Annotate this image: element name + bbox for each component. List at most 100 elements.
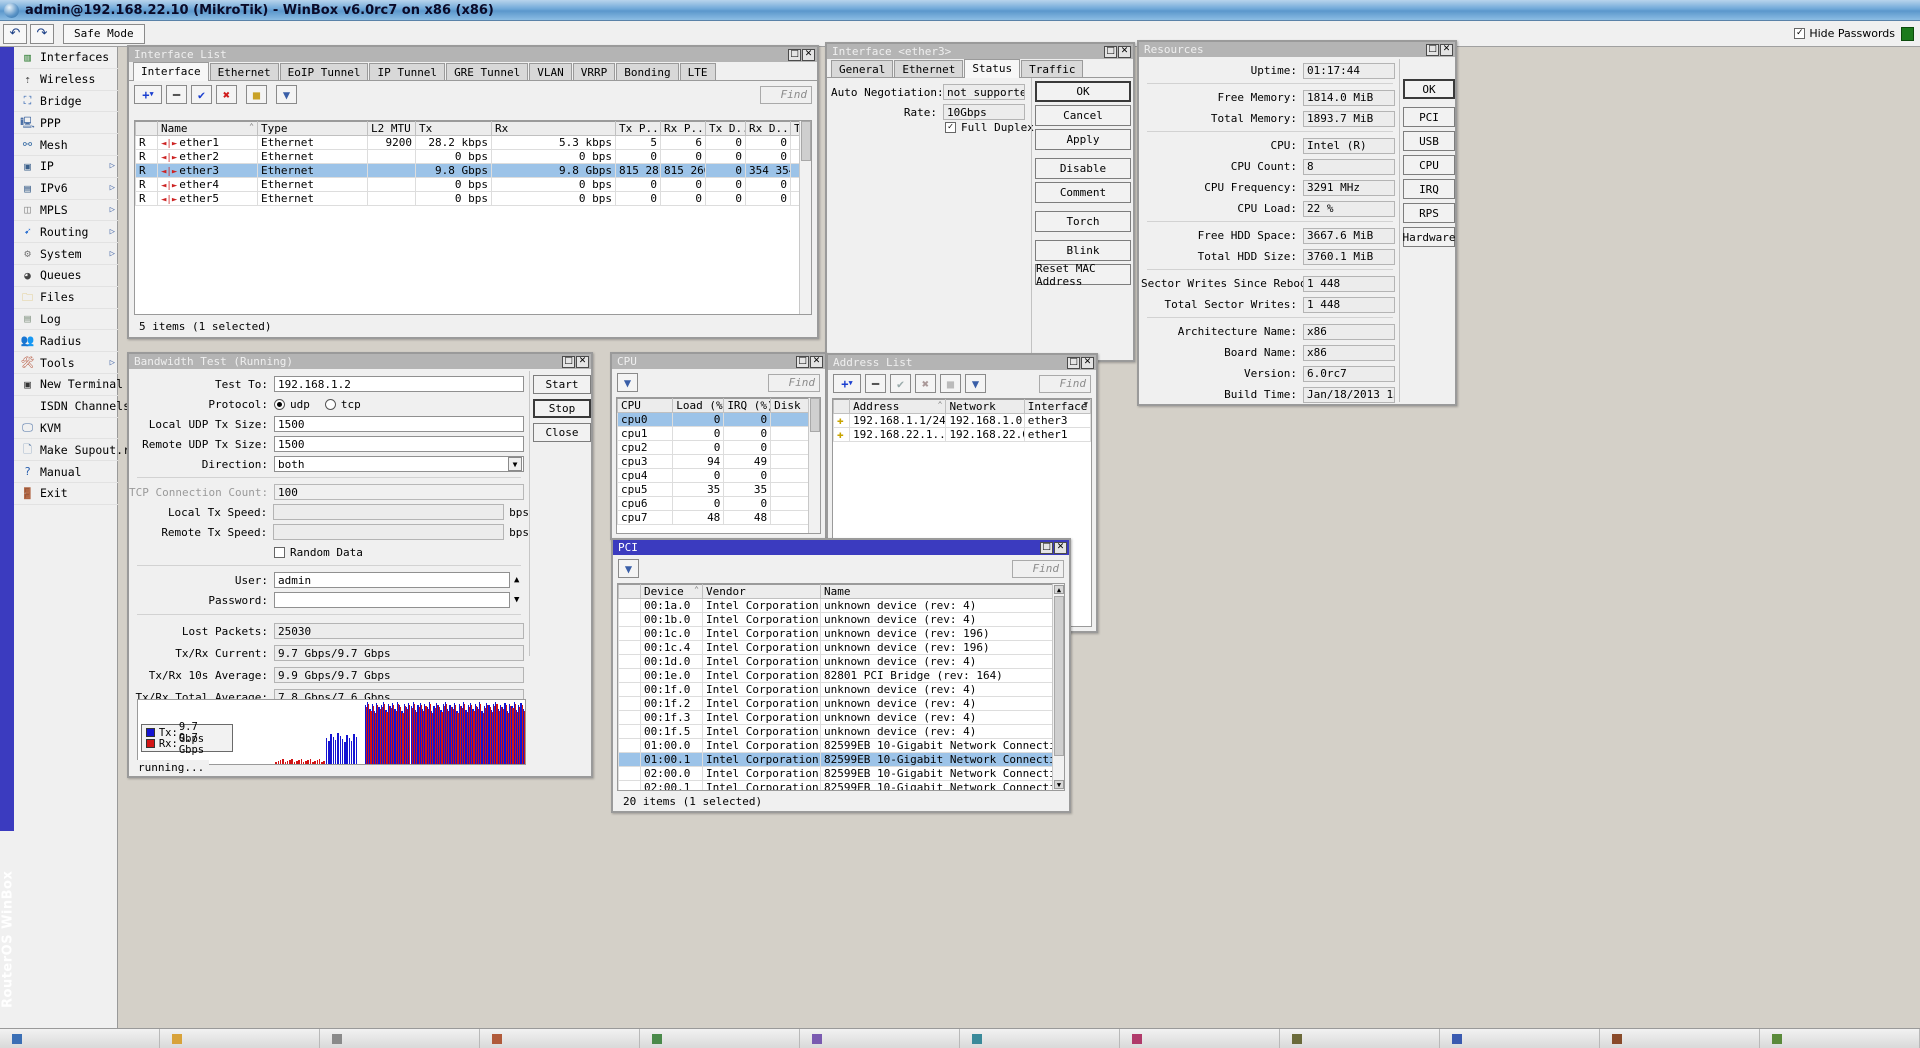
sidebar-item-tools[interactable]: 🛠 Tools ▷: [14, 352, 118, 374]
tab-lte[interactable]: LTE: [679, 63, 716, 80]
scrollbar-thumb[interactable]: [1054, 596, 1064, 756]
table-row[interactable]: 00:1c.4 Intel Corporation unknown device (…: [618, 640, 1064, 655]
sidebar-item-isdn-channels[interactable]: ISDN Channels: [14, 396, 130, 418]
taskbar-item[interactable]: [480, 1029, 640, 1048]
direction-select[interactable]: both ▼: [274, 456, 524, 472]
taskbar-item[interactable]: [640, 1029, 800, 1048]
close-icon[interactable]: ✕: [802, 48, 815, 61]
comment-icon[interactable]: ■: [246, 85, 267, 104]
table-row[interactable]: ✚ 192.168.1.1/24 192.168.1.0 ether3: [833, 413, 1091, 428]
sidebar-item-interfaces[interactable]: ▥ Interfaces: [14, 47, 118, 69]
table-row[interactable]: 00:1e.0 Intel Corporation 82801 PCI Bridge…: [618, 668, 1064, 683]
column-header[interactable]: Tx: [415, 121, 492, 136]
pci-button[interactable]: PCI: [1403, 107, 1455, 127]
irq-button[interactable]: IRQ: [1403, 179, 1455, 199]
column-header[interactable]: Rx P...: [660, 121, 706, 136]
interface-ether3-titlebar[interactable]: Interface <ether3> □ ✕: [827, 44, 1133, 59]
filter-icon[interactable]: ▼: [965, 374, 986, 393]
column-header[interactable]: Type: [257, 121, 368, 136]
interface-list-titlebar[interactable]: Interface List □ ✕: [129, 47, 817, 62]
table-row[interactable]: R◄|►ether2Ethernet0 bps0 bps000000: [135, 149, 811, 164]
pci-scrollbar[interactable]: ▲ ▼: [1052, 584, 1064, 790]
column-header[interactable]: CPU: [617, 398, 674, 413]
chevron-right-icon[interactable]: ▷: [110, 249, 115, 259]
close-icon[interactable]: ✕: [576, 355, 589, 368]
cpu-scrollbar[interactable]: [808, 398, 820, 533]
taskbar-item[interactable]: [1600, 1029, 1760, 1048]
disable-x-icon[interactable]: ✖: [216, 85, 237, 104]
taskbar-item[interactable]: [160, 1029, 320, 1048]
chevron-right-icon[interactable]: ▷: [110, 358, 115, 368]
ok-button[interactable]: OK: [1035, 81, 1131, 102]
resources-titlebar[interactable]: Resources □ ✕: [1139, 42, 1455, 57]
table-row[interactable]: R◄|►ether4Ethernet0 bps0 bps000000: [135, 177, 811, 192]
hardware-button[interactable]: Hardware: [1403, 227, 1456, 247]
table-row[interactable]: 00:1f.2 Intel Corporation unknown device (…: [618, 696, 1064, 711]
full-duplex-checkbox[interactable]: ✓: [945, 122, 956, 133]
table-row[interactable]: 02:00.0 Intel Corporation 82599EB 10-Gigab…: [618, 766, 1064, 781]
lock-icon[interactable]: [1901, 26, 1914, 41]
bandwidth-test-titlebar[interactable]: Bandwidth Test (Running) □ ✕: [129, 354, 591, 369]
tab-ethernet[interactable]: Ethernet: [894, 60, 964, 77]
remove-icon[interactable]: ━: [166, 85, 187, 104]
local-tx-speed-input[interactable]: [273, 504, 505, 520]
interface-list-find-input[interactable]: Find: [760, 85, 812, 104]
table-row[interactable]: cpu4000: [617, 468, 820, 483]
maximize-icon[interactable]: □: [796, 355, 809, 368]
sidebar-item-exit[interactable]: 🚪 Exit: [14, 483, 118, 505]
start-button[interactable]: Start: [533, 375, 591, 394]
close-icon[interactable]: ✕: [1054, 541, 1067, 554]
sidebar-item-bridge[interactable]: ⛶ Bridge: [14, 91, 118, 113]
table-row[interactable]: cpu748480: [617, 510, 820, 525]
protocol-tcp-radio[interactable]: [324, 398, 336, 410]
chevron-right-icon[interactable]: ▷: [110, 161, 115, 171]
comment-icon[interactable]: ■: [940, 374, 961, 393]
stop-button[interactable]: Stop: [533, 399, 591, 418]
column-header[interactable]: Rx D...: [745, 121, 791, 136]
random-data-row[interactable]: Random Data: [129, 543, 529, 561]
maximize-icon[interactable]: □: [1040, 541, 1053, 554]
column-header[interactable]: Name ⌃: [157, 121, 258, 136]
taskbar-item[interactable]: [0, 1029, 160, 1048]
column-header[interactable]: Interface ▼: [1023, 399, 1091, 414]
sidebar-item-mesh[interactable]: ⚯ Mesh: [14, 134, 118, 156]
sidebar-item-kvm[interactable]: 🖵 KVM: [14, 418, 118, 440]
column-header[interactable]: Rx: [491, 121, 616, 136]
usb-button[interactable]: USB: [1403, 131, 1455, 151]
undo-icon[interactable]: ↶: [3, 23, 27, 44]
table-row[interactable]: 01:00.1 Intel Corporation 82599EB 10-Gigab…: [618, 752, 1064, 767]
password-input[interactable]: [274, 592, 510, 608]
column-header[interactable]: L2 MTU: [367, 121, 416, 136]
cpu-find-input[interactable]: Find: [768, 373, 820, 392]
table-row[interactable]: 00:1d.0 Intel Corporation unknown device (…: [618, 654, 1064, 669]
table-row[interactable]: 00:1f.5 Intel Corporation unknown device (…: [618, 724, 1064, 739]
table-row[interactable]: ✚ 192.168.22.1... 192.168.22.0 ether1: [833, 427, 1091, 442]
column-header[interactable]: IRQ (%): [723, 398, 772, 413]
table-row[interactable]: 00:1f.0 Intel Corporation unknown device (…: [618, 682, 1064, 697]
table-row[interactable]: R ◄|► ether3 Ethernet 9.8 Gbps 9.8 Gbps 815 28…: [135, 163, 811, 178]
close-icon[interactable]: ✕: [1081, 356, 1094, 369]
column-header[interactable]: [833, 399, 851, 414]
cpu-button[interactable]: CPU: [1403, 155, 1455, 175]
pci-titlebar[interactable]: PCI □ ✕: [613, 540, 1069, 555]
cancel-button[interactable]: Cancel: [1035, 105, 1131, 126]
safe-mode-button[interactable]: Safe Mode: [63, 23, 145, 44]
filter-icon[interactable]: ▼: [276, 85, 297, 104]
test-to-input[interactable]: 192.168.1.2: [274, 376, 524, 392]
sidebar-item-make-supout-rif[interactable]: 🗋 Make Supout.rif: [14, 439, 144, 462]
tab-gre-tunnel[interactable]: GRE Tunnel: [446, 63, 529, 80]
table-row[interactable]: 00:1a.0 Intel Corporation unknown device (…: [618, 598, 1064, 613]
interface-list-scrollbar[interactable]: [799, 121, 811, 314]
scroll-up-icon[interactable]: ▲: [1054, 585, 1064, 594]
taskbar-item[interactable]: [960, 1029, 1120, 1048]
column-header[interactable]: Name: [820, 584, 1064, 599]
table-row[interactable]: R ◄|► ether1 Ethernet 9200 28.2 kbps 5.3 kbps 5…: [135, 135, 811, 150]
reset-mac-address-button[interactable]: Reset MAC Address: [1035, 262, 1131, 288]
remote-udp-tx-size-input[interactable]: 1500: [274, 436, 524, 452]
enable-check-icon[interactable]: ✔: [890, 374, 911, 393]
chevron-right-icon[interactable]: ▷: [110, 183, 115, 193]
sidebar-item-radius[interactable]: 👥 Radius: [14, 330, 118, 353]
close-button[interactable]: Close: [533, 423, 591, 442]
table-row[interactable]: cpu535350: [617, 482, 820, 497]
user-input[interactable]: admin: [274, 572, 510, 588]
